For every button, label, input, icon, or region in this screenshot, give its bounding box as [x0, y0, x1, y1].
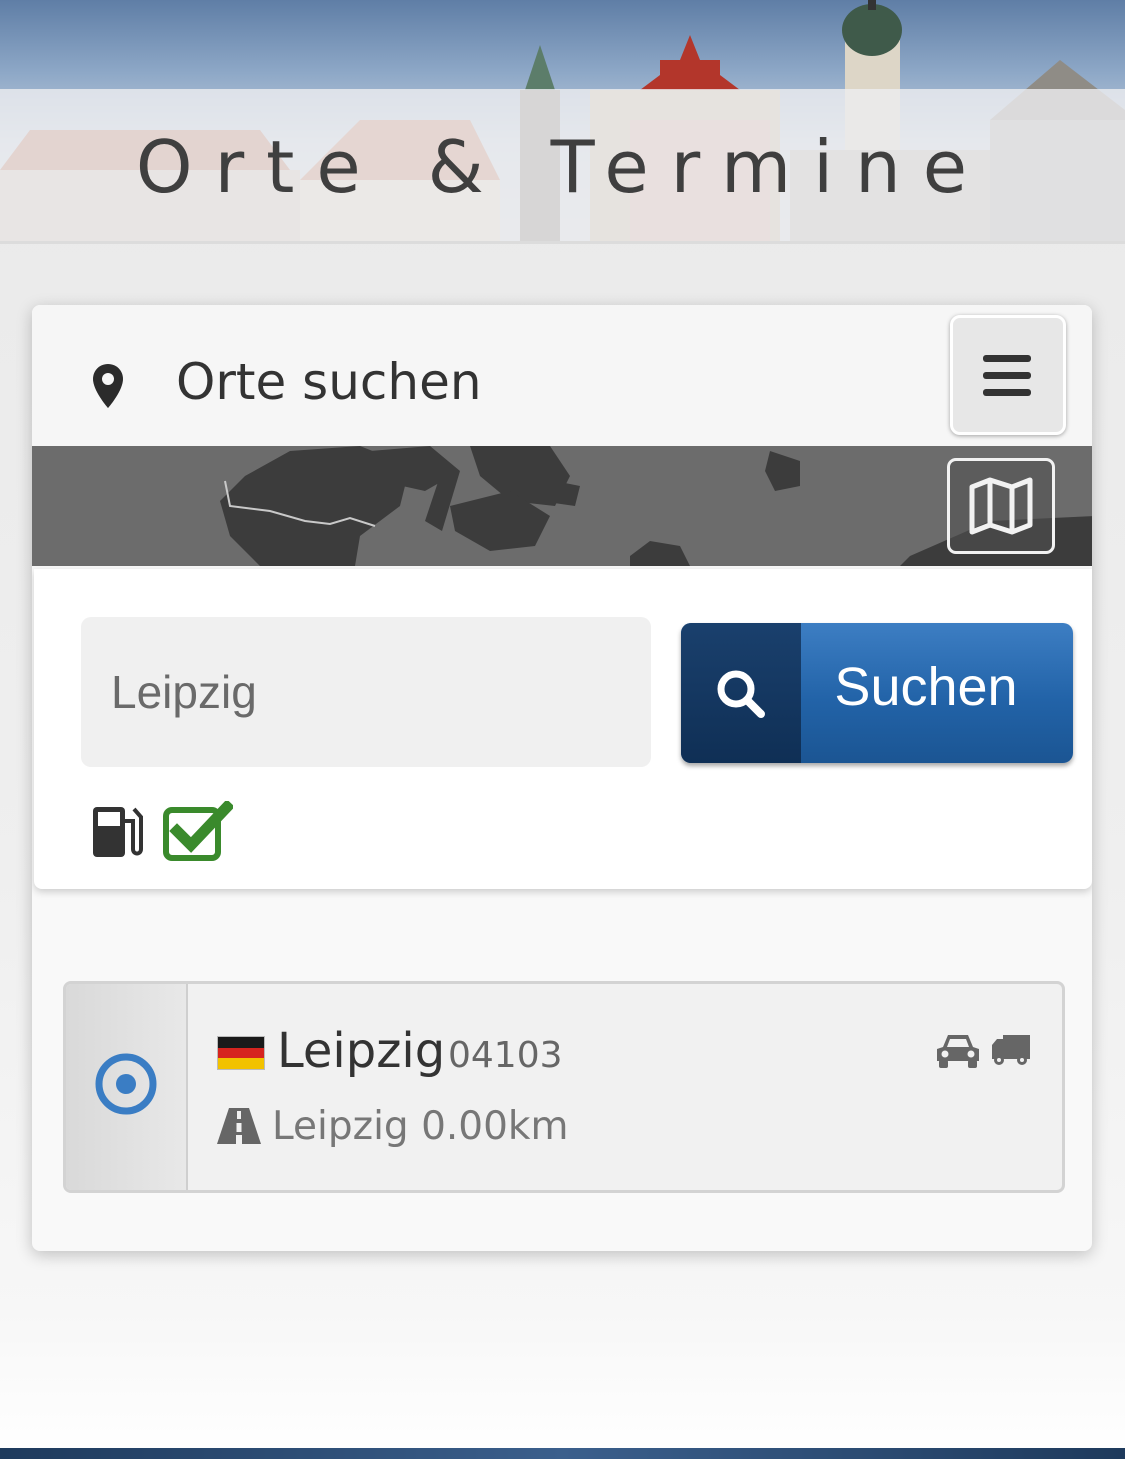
- result-distance: Leipzig 0.00km: [272, 1104, 569, 1149]
- result-name: Leipzig: [277, 1023, 446, 1079]
- bottom-bar: [0, 1448, 1125, 1459]
- truck-icon: [992, 1035, 1030, 1065]
- card-title: Orte suchen: [176, 353, 482, 411]
- car-icon: [937, 1035, 979, 1068]
- hamburger-icon-bar: [983, 389, 1031, 396]
- result-zip: 04103: [448, 1035, 563, 1076]
- map-land-shapes: [220, 446, 1092, 566]
- page-title: Orte & Termine: [135, 125, 990, 209]
- card-header: Orte suchen: [32, 305, 1092, 446]
- search-button[interactable]: Suchen: [681, 623, 1073, 763]
- hamburger-icon-bar: [983, 372, 1031, 379]
- map-marker-icon: [93, 364, 123, 408]
- map-toggle-button[interactable]: [947, 458, 1055, 554]
- de-flag-icon: [217, 1036, 265, 1070]
- header-banner: Orte & Termine: [0, 0, 1125, 244]
- search-card: Orte suchen Leipzig Suchen Leipzig 04103…: [32, 305, 1092, 1251]
- search-icon: [717, 670, 765, 718]
- hamburger-icon: [983, 355, 1031, 362]
- gas-pump-icon: [93, 807, 143, 857]
- menu-button[interactable]: [950, 315, 1066, 435]
- search-button-label: Suchen: [834, 657, 1018, 717]
- search-panel: Suchen: [34, 569, 1092, 889]
- result-item[interactable]: Leipzig 04103 Leipzig 0.00km: [63, 981, 1065, 1193]
- fuel-filter-checkbox[interactable]: [163, 801, 233, 863]
- location-search-input[interactable]: [81, 617, 651, 767]
- header-divider: [0, 241, 1125, 244]
- page: Orte & Termine Orte suchen Leipzig Suche…: [0, 0, 1125, 1459]
- radio-selected-icon: [95, 1053, 157, 1115]
- map-preview[interactable]: [32, 446, 1092, 566]
- search-button-icon-block: [681, 623, 801, 763]
- result-radio[interactable]: [66, 984, 188, 1190]
- map-icon: [969, 477, 1033, 535]
- road-icon: [217, 1108, 261, 1144]
